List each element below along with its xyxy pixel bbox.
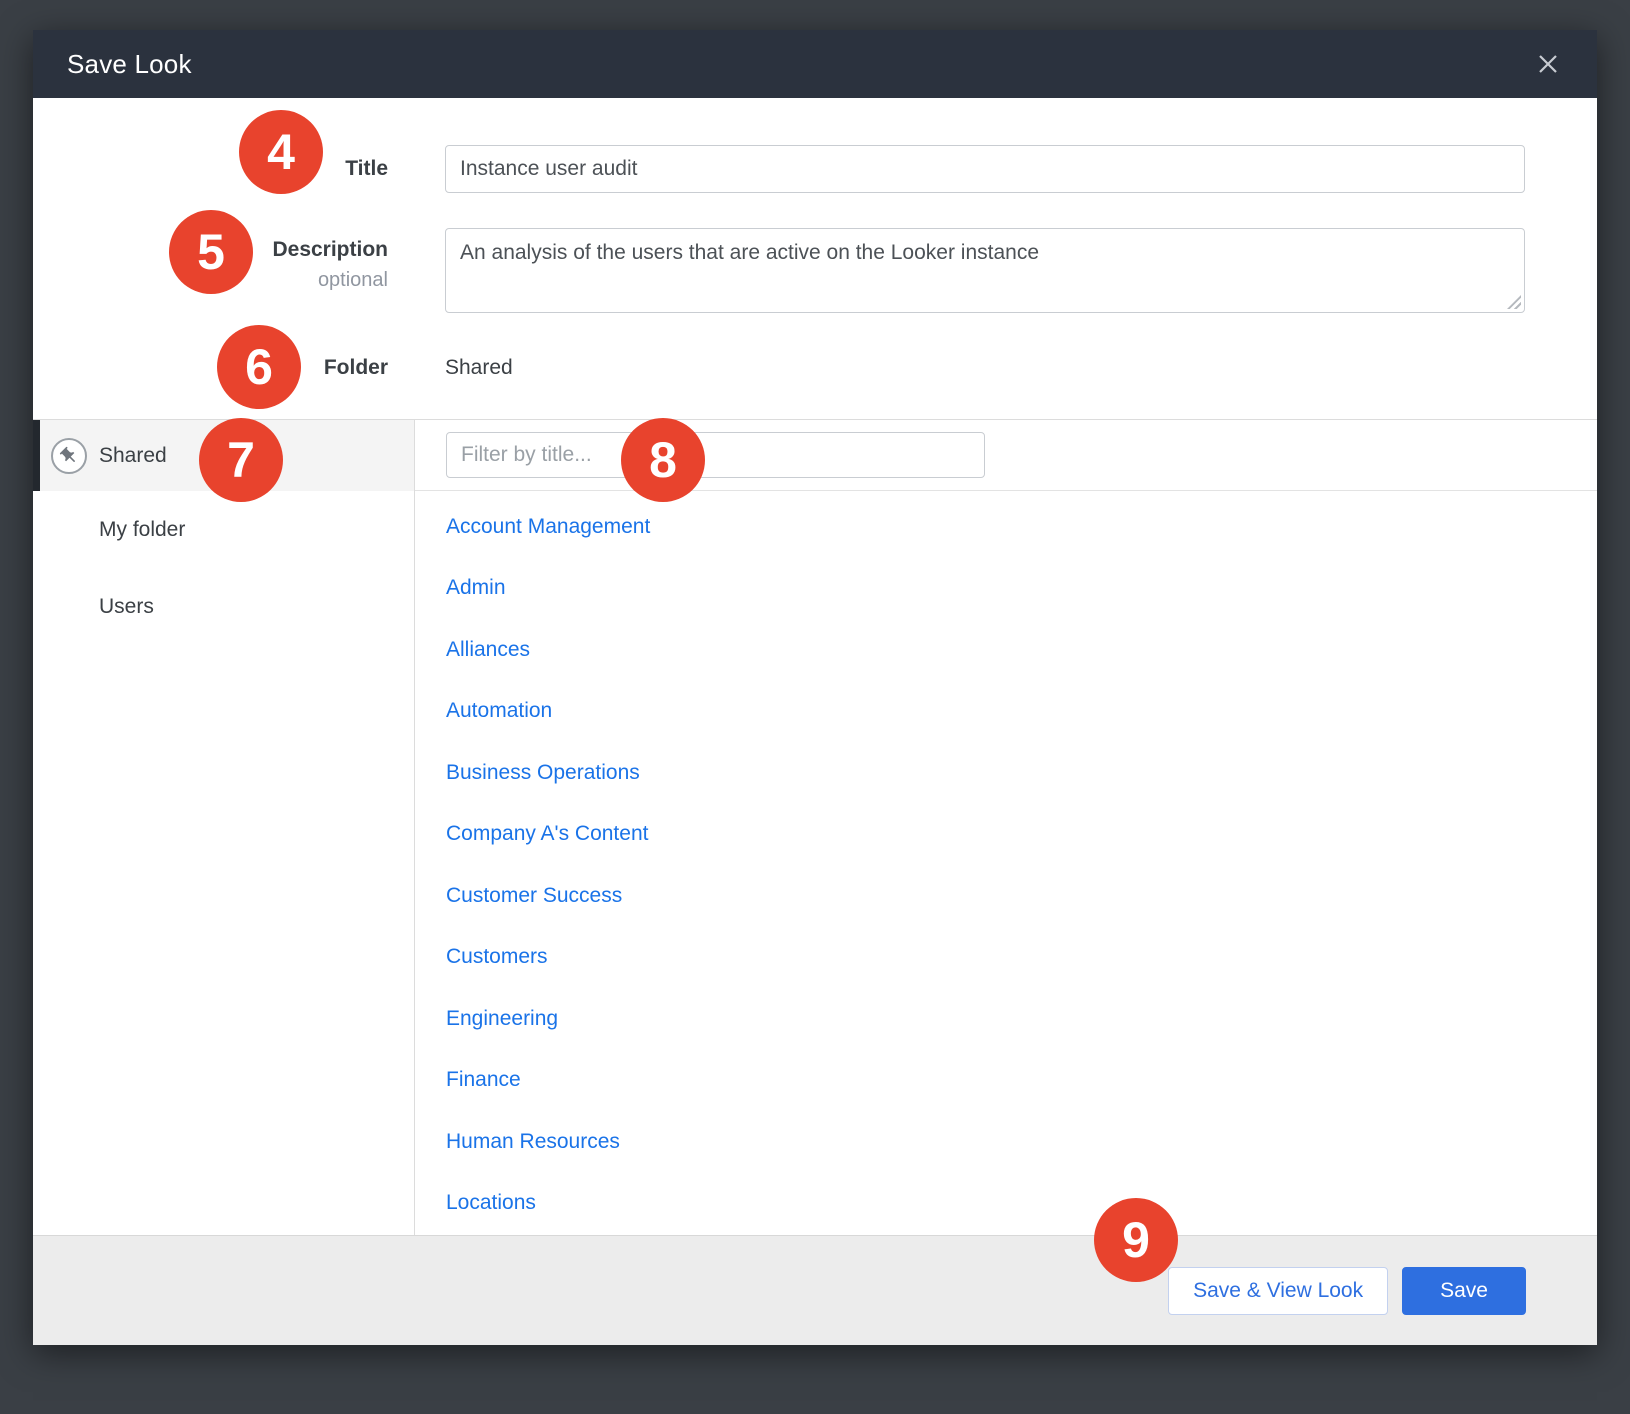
description-input[interactable]: An analysis of the users that are active… [445,228,1525,313]
folder-link[interactable]: Account Management [415,496,650,558]
sidebar-item-label: Users [99,595,154,619]
folder-link[interactable]: Automation [415,681,552,743]
description-row: Description optional An analysis of the … [33,228,1597,313]
folder-sidebar: Shared My folder Users [33,420,415,1235]
sidebar-item-users[interactable]: Users [33,568,414,645]
folder-browser: Shared My folder Users Account Managemen… [33,419,1597,1235]
folder-link[interactable]: Locations [415,1173,536,1235]
dialog-title: Save Look [67,49,192,80]
sidebar-item-label: Shared [99,444,167,468]
folder-label: Folder [324,356,388,379]
dialog-footer: Save & View Look Save [33,1235,1597,1345]
callout-badge-8: 8 [621,418,705,502]
folder-link[interactable]: Engineering [415,988,558,1050]
filter-bar [415,420,1597,491]
dialog-header: Save Look [33,30,1597,98]
sidebar-item-label: My folder [99,518,185,542]
folder-list: Account Management Admin Alliances Autom… [415,491,1597,1234]
folder-link[interactable]: Company A's Content [415,804,648,866]
filter-by-title-input[interactable] [446,432,985,478]
folder-link[interactable]: Alliances [415,619,530,681]
pin-icon [51,438,87,474]
callout-badge-4: 4 [239,110,323,194]
folder-panel: Account Management Admin Alliances Autom… [415,420,1597,1235]
save-look-dialog: Save Look Title Descripti [33,30,1597,1345]
folder-link[interactable]: Human Resources [415,1111,620,1173]
callout-badge-9: 9 [1094,1198,1178,1282]
folder-link[interactable]: Customers [415,927,548,989]
folder-link[interactable]: Admin [415,558,506,620]
folder-link[interactable]: Finance [415,1050,521,1112]
sidebar-item-my-folder[interactable]: My folder [33,491,414,568]
save-and-view-look-button[interactable]: Save & View Look [1168,1267,1388,1315]
folder-selected-value: Shared [445,356,513,380]
folder-link[interactable]: Business Operations [415,742,640,804]
screen-background: Save Look Title Descripti [0,0,1630,1414]
callout-badge-6: 6 [217,325,301,409]
close-button[interactable] [1533,49,1563,79]
save-button[interactable]: Save [1402,1267,1526,1315]
callout-badge-5: 5 [169,210,253,294]
callout-badge-7: 7 [199,418,283,502]
title-label: Title [345,157,388,180]
folder-link[interactable]: Customer Success [415,865,622,927]
selected-indicator-bar [33,420,40,491]
close-icon [1533,49,1563,79]
title-input[interactable] [445,145,1525,193]
